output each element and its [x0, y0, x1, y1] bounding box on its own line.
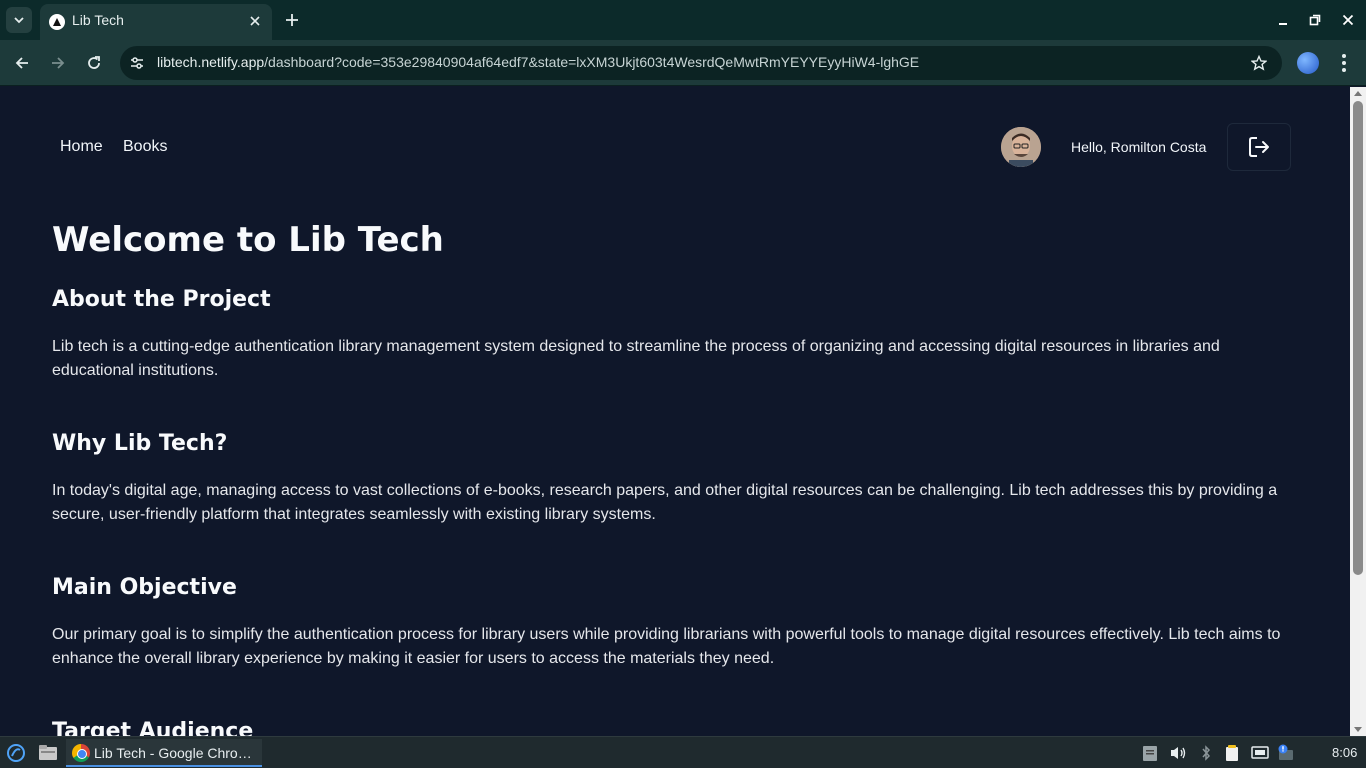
url-text: libtech.netlify.app/dashboard?code=353e2…	[157, 54, 919, 70]
reload-icon	[88, 56, 100, 69]
section-heading-why: Why Lib Tech?	[52, 431, 228, 456]
url-path: /dashboard?code=353e29840904af64edf7&sta…	[264, 54, 920, 70]
file-manager-button[interactable]	[38, 743, 58, 763]
back-button[interactable]	[11, 52, 33, 74]
close-icon	[250, 16, 260, 26]
section-body-about: Lib tech is a cutting-edge authenticatio…	[52, 338, 1220, 379]
close-window-button[interactable]	[1338, 10, 1358, 30]
page-title: Welcome to Lib Tech	[52, 220, 444, 260]
forward-button[interactable]	[47, 52, 69, 74]
chevron-down-icon	[14, 17, 24, 24]
network-alert-icon[interactable]	[1276, 743, 1296, 763]
taskbar-window-label: Lib Tech - Google Chro…	[94, 745, 252, 761]
tab-search-button[interactable]	[6, 7, 32, 33]
browser-toolbar: libtech.netlify.app/dashboard?code=353e2…	[0, 40, 1366, 86]
taskbar-chrome-window[interactable]: Lib Tech - Google Chro…	[66, 739, 262, 767]
site-settings-icon[interactable]	[128, 54, 146, 72]
plus-icon	[286, 14, 298, 26]
nav-home-link[interactable]: Home	[60, 138, 103, 156]
bluetooth-icon[interactable]	[1196, 743, 1216, 763]
address-bar[interactable]: libtech.netlify.app/dashboard?code=353e2…	[120, 46, 1282, 80]
volume-icon[interactable]	[1168, 743, 1188, 763]
folder-icon	[39, 745, 57, 760]
browser-menu-button[interactable]	[1336, 52, 1352, 74]
nav-books-link[interactable]: Books	[123, 138, 167, 156]
arrow-left-icon	[15, 57, 28, 69]
os-taskbar: Lib Tech - Google Chro… 8:06	[0, 736, 1366, 768]
distro-logo-icon	[7, 744, 25, 762]
scroll-up-arrow-icon[interactable]	[1354, 91, 1362, 96]
display-tray-icon[interactable]	[1250, 743, 1270, 763]
notes-tray-icon[interactable]	[1222, 743, 1242, 763]
scroll-thumb[interactable]	[1353, 101, 1363, 575]
profile-avatar-icon[interactable]	[1297, 52, 1319, 74]
restore-icon	[1309, 14, 1321, 26]
section-heading-audience: Target Audience	[52, 719, 254, 736]
bookmark-star-button[interactable]	[1250, 54, 1268, 72]
close-icon	[1342, 14, 1354, 26]
page-viewport: Home Books Hello, Romilton Costa Welcome…	[0, 87, 1350, 736]
arrow-right-icon	[52, 57, 65, 69]
start-menu-button[interactable]	[6, 743, 26, 763]
section-heading-about: About the Project	[52, 287, 271, 312]
minimize-icon	[1279, 23, 1287, 25]
logout-button[interactable]	[1227, 123, 1291, 171]
chrome-icon	[72, 744, 90, 762]
browser-tab[interactable]: Lib Tech	[40, 4, 272, 40]
section-body-why: In today's digital age, managing access …	[52, 482, 1278, 523]
page-scrollbar[interactable]	[1350, 87, 1366, 736]
site-favicon-icon	[49, 14, 65, 30]
star-icon	[1251, 55, 1267, 71]
tab-close-button[interactable]	[246, 12, 264, 30]
user-avatar	[1001, 127, 1041, 167]
scroll-down-arrow-icon[interactable]	[1354, 727, 1362, 732]
clipboard-tray-icon[interactable]	[1140, 743, 1160, 763]
minimize-button[interactable]	[1273, 10, 1293, 30]
user-greeting: Hello, Romilton Costa	[1071, 139, 1207, 155]
section-body-objective: Our primary goal is to simplify the auth…	[52, 626, 1281, 667]
taskbar-clock: 8:06	[1332, 745, 1358, 760]
browser-tab-strip: Lib Tech	[0, 0, 1366, 40]
section-heading-objective: Main Objective	[52, 575, 237, 600]
tab-title: Lib Tech	[72, 12, 124, 28]
new-tab-button[interactable]	[282, 10, 302, 30]
maximize-button[interactable]	[1305, 10, 1325, 30]
url-host: libtech.netlify.app	[157, 54, 265, 70]
reload-button[interactable]	[83, 52, 105, 74]
logout-icon	[1249, 137, 1269, 157]
